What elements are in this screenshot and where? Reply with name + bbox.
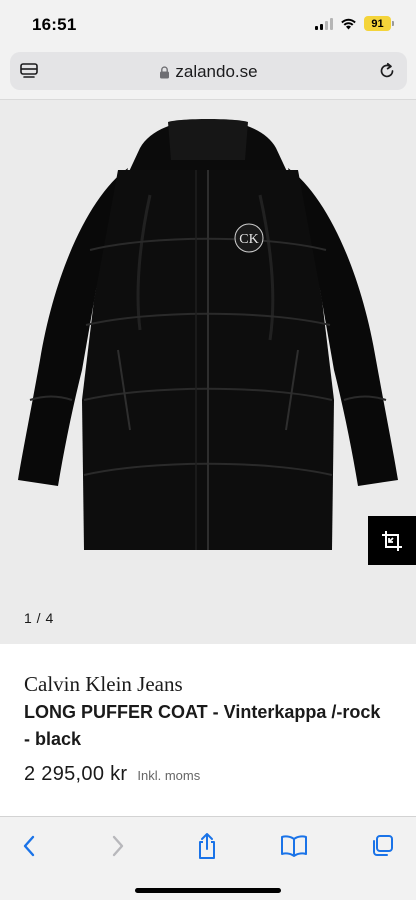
status-icons: 91 (315, 16, 394, 31)
address-bar[interactable]: zalando.se (10, 52, 407, 90)
url-text: zalando.se (175, 62, 258, 81)
product-brand[interactable]: Calvin Klein Jeans (24, 672, 183, 697)
wifi-icon (341, 18, 356, 30)
tabs-button[interactable] (366, 831, 398, 861)
reload-icon[interactable] (378, 62, 396, 80)
product-image-gallery[interactable]: CK 1 / 4 (0, 100, 416, 644)
bookmarks-icon (281, 835, 307, 857)
home-indicator (135, 888, 281, 893)
status-time: 16:51 (32, 15, 77, 34)
share-icon (199, 833, 215, 859)
crop-compare-icon (382, 530, 402, 551)
browser-toolbar (0, 816, 416, 900)
status-bar: 16:51 91 (0, 0, 416, 48)
price-row: 2 295,00 kr Inkl. moms (24, 763, 200, 786)
lock-icon (160, 65, 170, 78)
brand-logo-text: CK (239, 232, 258, 247)
product-title: LONG PUFFER COAT - Vinterkappa /-rock - … (24, 702, 381, 749)
brand-logo-badge: CK (234, 223, 264, 253)
forward-icon (112, 835, 124, 857)
product-image[interactable]: CK (0, 100, 416, 644)
battery-icon: 91 (364, 16, 394, 31)
price-vat-note: Inkl. moms (137, 768, 201, 783)
battery-level: 91 (364, 16, 391, 31)
url-display[interactable]: zalando.se (10, 62, 407, 82)
tabs-icon (373, 835, 393, 856)
cellular-signal-icon (315, 17, 333, 30)
back-button[interactable] (13, 831, 45, 861)
product-price: 2 295,00 kr (24, 763, 128, 785)
bookmarks-button[interactable] (278, 831, 310, 861)
forward-button[interactable] (102, 831, 134, 861)
browser-address-area: zalando.se (0, 48, 416, 100)
share-button[interactable] (191, 831, 223, 861)
back-icon (23, 835, 35, 857)
gallery-counter: 1 / 4 (24, 610, 54, 626)
compare-button[interactable] (368, 516, 416, 565)
product-info: Calvin Klein Jeans LONG PUFFER COAT - Vi… (0, 644, 416, 816)
